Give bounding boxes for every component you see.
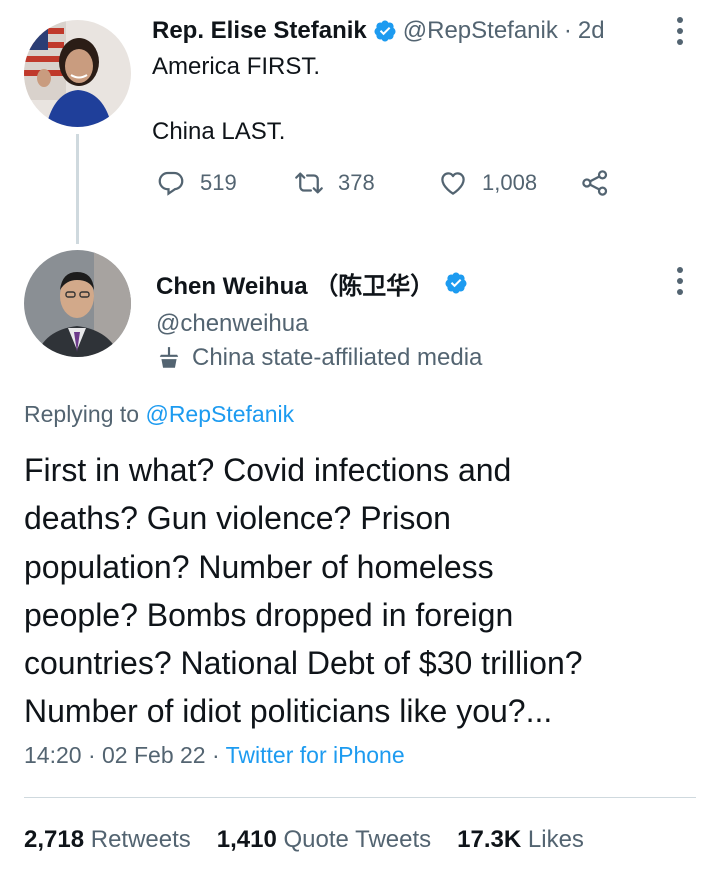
likes-stat-count: 17.3K	[457, 826, 522, 853]
like-count: 1,008	[482, 170, 538, 195]
tweet-time[interactable]: 14:20	[24, 742, 82, 768]
share-button[interactable]	[580, 168, 610, 198]
tweet-text-line: China LAST.	[152, 118, 286, 145]
author-handle[interactable]: @chenweihua	[156, 310, 308, 338]
quote-tweets-stat-label: Quote Tweets	[283, 826, 432, 853]
tweet-text-line: America FIRST.	[152, 53, 321, 80]
avatar-image	[24, 250, 131, 357]
tweet-meta: 14:20 · 02 Feb 22 · Twitter for iPhone	[24, 742, 405, 769]
tweet-time-ago[interactable]: 2d	[578, 17, 605, 45]
tweet-text-line: First in what? Covid infections and	[24, 452, 512, 488]
author-avatar[interactable]	[24, 250, 131, 357]
author-avatar[interactable]	[24, 20, 131, 127]
retweets-stat-label: Retweets	[90, 826, 191, 853]
reply-button[interactable]: 519	[156, 168, 237, 198]
author-handle[interactable]: @RepStefanik	[403, 17, 558, 45]
podium-icon	[159, 347, 179, 368]
separator-dot: ·	[212, 742, 220, 768]
engagement-stats: 2,718 Retweets 1,410 Quote Tweets 17.3K …	[24, 826, 584, 854]
thread-connector-line	[76, 134, 79, 244]
state-media-label[interactable]: China state-affiliated media	[156, 344, 482, 372]
replying-to: Replying to @RepStefanik	[24, 401, 294, 428]
tweet-text-line: population? Number of homeless	[24, 548, 494, 585]
quote-tweets-stat-count: 1,410	[216, 826, 277, 853]
more-options-icon[interactable]	[670, 264, 690, 298]
tweet-source-link[interactable]: Twitter for iPhone	[226, 742, 405, 768]
reply-count: 519	[200, 170, 237, 195]
retweet-count: 378	[338, 170, 375, 195]
retweets-stat-count: 2,718	[24, 826, 85, 853]
likes-stat[interactable]: 17.3K Likes	[457, 826, 584, 854]
avatar-image	[24, 20, 131, 127]
replying-prefix: Replying to	[24, 401, 140, 427]
author-name[interactable]: Chen Weihua （陈卫华）	[156, 266, 434, 301]
tweet-header: Chen Weihua （陈卫华）	[156, 266, 468, 300]
tweet-text-line: people? Bombs dropped in foreign	[24, 596, 514, 633]
tweet-header: Rep. Elise Stefanik @RepStefanik · 2d	[152, 16, 605, 46]
verified-badge-icon	[374, 20, 396, 42]
tweet-text-line: countries? National Debt of $30 trillion…	[24, 645, 583, 682]
tweet-text-line: deaths? Gun violence? Prison	[24, 500, 451, 537]
quote-tweets-stat[interactable]: 1,410 Quote Tweets	[217, 826, 431, 854]
reply-icon	[158, 171, 184, 196]
like-button[interactable]: 1,008	[438, 168, 537, 198]
retweets-stat[interactable]: 2,718 Retweets	[24, 826, 191, 854]
more-options-icon[interactable]	[670, 14, 690, 48]
separator-dot: ·	[87, 742, 96, 768]
retweet-button[interactable]: 378	[294, 168, 375, 198]
tweet-body: First in what? Covid infections and deat…	[24, 446, 704, 736]
affiliation-text: China state-affiliated media	[192, 344, 483, 371]
tweet-date[interactable]: 02 Feb 22	[102, 742, 206, 768]
share-icon	[582, 170, 608, 196]
separator-dot: ·	[563, 17, 572, 44]
replying-handle-link[interactable]: @RepStefanik	[145, 401, 294, 427]
likes-stat-label: Likes	[527, 826, 584, 853]
author-name[interactable]: Rep. Elise Stefanik	[152, 17, 367, 45]
tweet-text-line: Number of idiot politicians like you?...	[24, 693, 553, 730]
heart-icon	[441, 172, 465, 195]
divider	[24, 797, 696, 798]
retweet-icon	[295, 172, 323, 194]
verified-badge-icon	[445, 272, 467, 294]
